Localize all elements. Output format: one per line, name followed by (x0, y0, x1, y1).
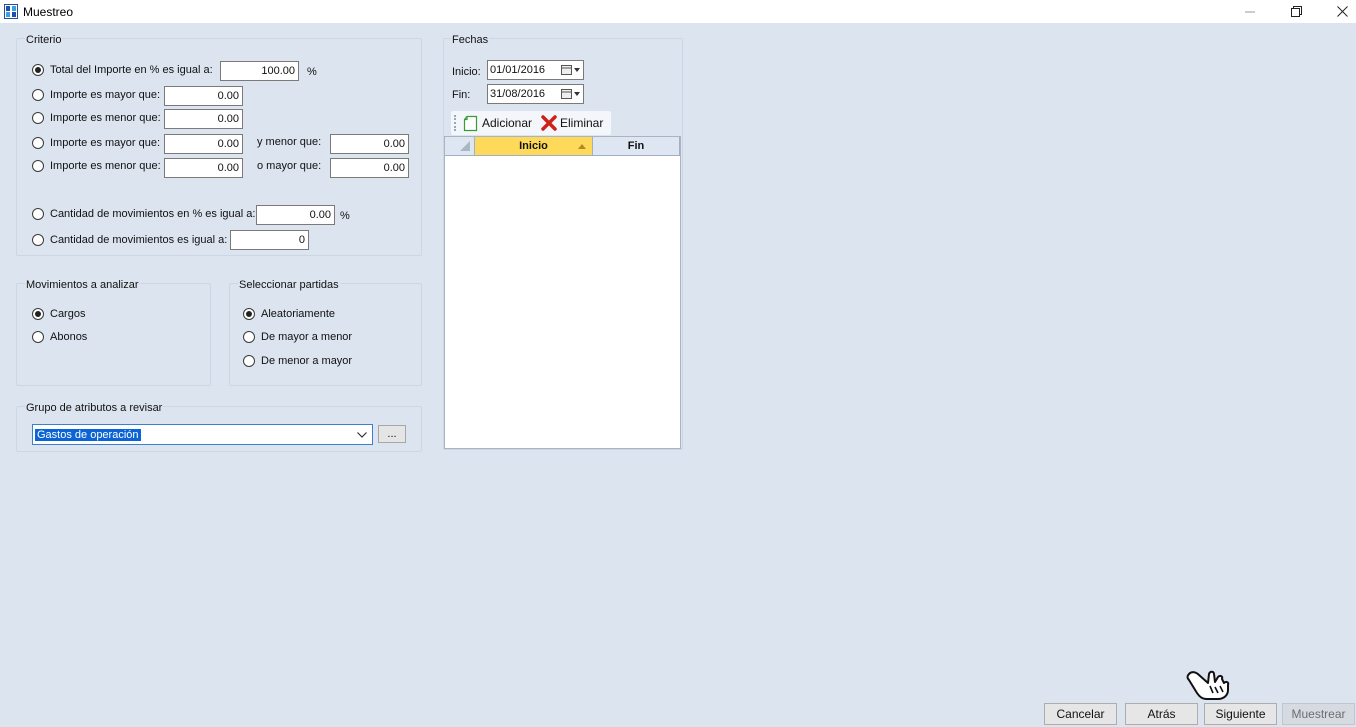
window-title: Muestreo (23, 5, 74, 19)
column-header-inicio[interactable]: Inicio (475, 137, 593, 156)
option-aleatoriamente[interactable]: Aleatoriamente (243, 308, 335, 320)
radio-cargos[interactable] (32, 308, 44, 320)
total-importe-input[interactable]: 100.00 (220, 61, 299, 81)
cantidad-input[interactable]: 0 (230, 230, 309, 250)
partidas-title: Seleccionar partidas (238, 279, 340, 291)
option-mayor-menor[interactable]: De mayor a menor (243, 331, 352, 343)
cantidad-pct-input[interactable]: 0.00 (256, 205, 335, 225)
close-icon (1336, 6, 1348, 17)
cargos-label: Cargos (50, 308, 86, 320)
radio-cantidad[interactable] (32, 234, 44, 246)
calendar-icon[interactable] (561, 89, 581, 99)
toolbar-grip (454, 115, 456, 131)
movimientos-title: Movimientos a analizar (25, 279, 140, 291)
importe-mayor-label: Importe es mayor que: (50, 89, 161, 101)
minimize-button[interactable] (1227, 0, 1273, 23)
radio-importe-mayor[interactable] (32, 89, 44, 101)
fin-date-value: 31/08/2016 (490, 88, 546, 100)
option-rango-menor-mayor[interactable]: Importe es menor que: (32, 160, 161, 172)
inicio-date-picker[interactable]: 01/01/2016 (487, 60, 584, 80)
option-abonos[interactable]: Abonos (32, 331, 87, 343)
option-cantidad[interactable]: Cantidad de movimientos es igual a: (32, 234, 227, 246)
grupo-browse-button[interactable]: ... (378, 425, 406, 443)
radio-abonos[interactable] (32, 331, 44, 343)
radio-menor-mayor[interactable] (243, 355, 255, 367)
cantidad-pct-unit: % (340, 210, 350, 222)
column-fin-label: Fin (627, 140, 645, 152)
delete-x-icon (541, 115, 557, 131)
close-button[interactable] (1319, 0, 1356, 23)
radio-importe-menor[interactable] (32, 112, 44, 124)
add-button-label: Adicionar (482, 116, 533, 130)
delete-button-label: Eliminar (560, 116, 604, 130)
importe-mayor-input[interactable]: 0.00 (164, 86, 243, 106)
rango1-max-input[interactable]: 0.00 (330, 134, 409, 154)
app-icon (4, 4, 18, 19)
option-importe-mayor[interactable]: Importe es mayor que: (32, 89, 160, 101)
rango1-min-input[interactable]: 0.00 (164, 134, 243, 154)
option-menor-mayor[interactable]: De menor a mayor (243, 355, 352, 367)
aleatoriamente-label: Aleatoriamente (261, 308, 335, 320)
option-cantidad-pct[interactable]: Cantidad de movimientos en % es igual a: (32, 208, 255, 220)
rango2-label: Importe es menor que: (50, 160, 161, 172)
option-total-importe[interactable]: Total del Importe en % es igual a: (32, 64, 213, 76)
inicio-date-value: 01/01/2016 (490, 64, 546, 76)
grid-select-all[interactable] (445, 137, 475, 156)
total-importe-label: Total del Importe en % es igual a: (50, 64, 213, 76)
criterio-title: Criterio (25, 34, 63, 46)
sort-ascending-icon (578, 144, 586, 149)
grupo-selected-value: Gastos de operación (35, 428, 141, 441)
menor-mayor-label: De menor a mayor (261, 355, 353, 367)
delete-button[interactable]: Eliminar (541, 111, 603, 135)
fechas-toolbar: Adicionar Eliminar (451, 111, 611, 135)
column-inicio-label: Inicio (519, 140, 548, 152)
cancel-button[interactable]: Cancelar (1044, 703, 1117, 725)
importe-menor-label: Importe es menor que: (50, 112, 161, 124)
hand-cursor-icon (1186, 668, 1234, 705)
title-bar[interactable]: Muestreo (0, 0, 1356, 23)
grid-corner-icon (459, 141, 470, 151)
restore-button[interactable] (1273, 0, 1319, 23)
radio-cantidad-pct[interactable] (32, 208, 44, 220)
fechas-grid[interactable]: Inicio Fin (444, 136, 681, 449)
rango1-label: Importe es mayor que: (50, 137, 161, 149)
radio-aleatoriamente[interactable] (243, 308, 255, 320)
add-document-icon (463, 115, 478, 131)
radio-rango-menor-mayor[interactable] (32, 160, 44, 172)
option-cargos[interactable]: Cargos (32, 308, 85, 320)
option-rango-mayor-menor[interactable]: Importe es mayor que: (32, 137, 160, 149)
cantidad-pct-label: Cantidad de movimientos en % es igual a: (50, 208, 256, 220)
rango2-max-input[interactable]: 0.00 (330, 158, 409, 178)
inicio-label: Inicio: (452, 66, 481, 78)
rango1-label2: y menor que: (257, 136, 322, 148)
minimize-icon (1245, 11, 1255, 12)
option-importe-menor[interactable]: Importe es menor que: (32, 112, 161, 124)
calendar-icon[interactable] (561, 65, 581, 75)
radio-mayor-menor[interactable] (243, 331, 255, 343)
column-header-fin[interactable]: Fin (593, 137, 680, 156)
chevron-down-icon[interactable] (357, 431, 367, 438)
fin-date-picker[interactable]: 31/08/2016 (487, 84, 584, 104)
add-button[interactable]: Adicionar (463, 111, 532, 135)
restore-icon (1290, 6, 1302, 17)
grupo-select[interactable]: Gastos de operación (32, 424, 373, 445)
fin-label: Fin: (452, 89, 471, 101)
radio-total-importe[interactable] (32, 64, 44, 76)
grupo-title: Grupo de atributos a revisar (25, 402, 164, 414)
abonos-label: Abonos (50, 331, 88, 343)
cantidad-label: Cantidad de movimientos es igual a: (50, 234, 228, 246)
sample-button[interactable]: Muestrear (1282, 703, 1355, 725)
radio-rango-mayor-menor[interactable] (32, 137, 44, 149)
next-button[interactable]: Siguiente (1204, 703, 1277, 725)
back-button[interactable]: Atrás (1125, 703, 1198, 725)
fechas-title: Fechas (451, 34, 490, 46)
importe-menor-input[interactable]: 0.00 (164, 109, 243, 129)
mayor-menor-label: De mayor a menor (261, 331, 353, 343)
rango2-label2: o mayor que: (257, 160, 322, 172)
rango2-min-input[interactable]: 0.00 (164, 158, 243, 178)
total-importe-unit: % (307, 66, 317, 78)
